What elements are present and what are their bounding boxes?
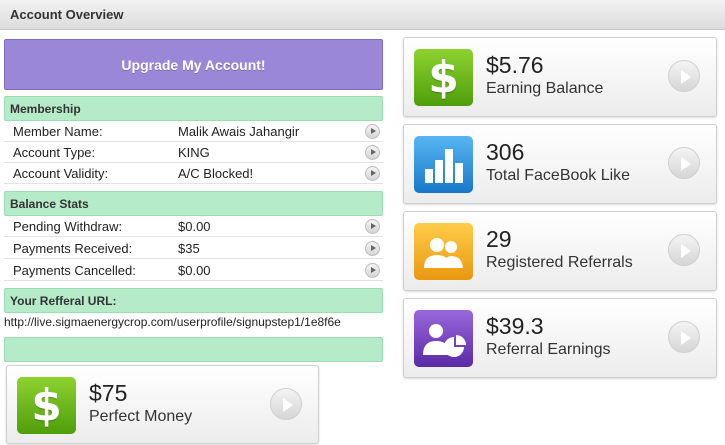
row-label: Pending Withdraw: bbox=[13, 219, 123, 234]
row-value: Malik Awais Jahangir bbox=[178, 124, 300, 139]
users-icon bbox=[414, 223, 473, 280]
dollar-icon: $ bbox=[17, 377, 76, 434]
play-icon[interactable] bbox=[668, 147, 700, 179]
referral-earnings-tile[interactable]: $39.3 Referral Earnings bbox=[403, 298, 717, 378]
upgrade-account-button[interactable]: Upgrade My Account! bbox=[4, 39, 383, 90]
row-label: Account Type: bbox=[13, 145, 96, 160]
tile-label: Referral Earnings bbox=[486, 341, 611, 358]
balance-stats-heading: Balance Stats bbox=[4, 191, 383, 216]
arrow-icon[interactable] bbox=[365, 145, 380, 160]
perfect-money-tile[interactable]: $ $75 Perfect Money bbox=[6, 365, 319, 444]
header-bar: Account Overview bbox=[0, 0, 725, 30]
account-validity-row[interactable]: Account Validity: A/C Blocked! bbox=[4, 163, 383, 184]
member-name-row[interactable]: Member Name: Malik Awais Jahangir bbox=[4, 121, 383, 142]
arrow-icon[interactable] bbox=[365, 166, 380, 181]
facebook-likes-tile[interactable]: 306 Total FaceBook Like bbox=[403, 124, 717, 204]
arrow-icon[interactable] bbox=[365, 124, 380, 139]
play-icon[interactable] bbox=[668, 60, 700, 92]
row-label: Account Validity: bbox=[13, 166, 109, 181]
bar-chart-icon bbox=[414, 136, 473, 193]
play-icon[interactable] bbox=[668, 321, 700, 353]
tile-value: $5.76 bbox=[486, 52, 544, 78]
registered-referrals-tile[interactable]: 29 Registered Referrals bbox=[403, 211, 717, 291]
tile-value: $75 bbox=[89, 380, 128, 406]
account-type-row[interactable]: Account Type: KING bbox=[4, 142, 383, 163]
play-icon[interactable] bbox=[270, 388, 302, 420]
row-label: Payments Received: bbox=[13, 241, 133, 256]
tile-label: Perfect Money bbox=[89, 408, 193, 425]
row-value: $0.00 bbox=[178, 219, 211, 234]
tile-value: $39.3 bbox=[486, 313, 544, 339]
empty-green-bar bbox=[4, 337, 383, 362]
payments-received-row[interactable]: Payments Received: $35 bbox=[4, 238, 383, 259]
tile-label: Total FaceBook Like bbox=[486, 167, 631, 184]
page-title: Account Overview bbox=[10, 7, 124, 22]
dollar-icon: $ bbox=[414, 49, 473, 106]
tile-value: 29 bbox=[486, 226, 512, 252]
row-value: $35 bbox=[178, 241, 200, 256]
referral-url-heading: Your Refferal URL: bbox=[4, 288, 383, 313]
membership-heading: Membership bbox=[4, 96, 383, 121]
payments-cancelled-row[interactable]: Payments Cancelled: $0.00 bbox=[4, 260, 383, 281]
row-label: Payments Cancelled: bbox=[13, 263, 136, 278]
tile-label: Earning Balance bbox=[486, 80, 604, 97]
arrow-icon[interactable] bbox=[365, 219, 380, 234]
play-icon[interactable] bbox=[668, 234, 700, 266]
row-value: $0.00 bbox=[178, 263, 211, 278]
user-pie-icon bbox=[414, 310, 473, 367]
row-value: A/C Blocked! bbox=[178, 166, 254, 181]
pending-withdraw-row[interactable]: Pending Withdraw: $0.00 bbox=[4, 216, 383, 237]
arrow-icon[interactable] bbox=[365, 241, 380, 256]
referral-url[interactable]: http://live.sigmaenergycrop.com/userprof… bbox=[4, 315, 383, 329]
tile-value: 306 bbox=[486, 139, 525, 165]
tile-label: Registered Referrals bbox=[486, 254, 633, 271]
row-label: Member Name: bbox=[13, 124, 103, 139]
earning-balance-tile[interactable]: $ $5.76 Earning Balance bbox=[403, 37, 717, 117]
arrow-icon[interactable] bbox=[365, 263, 380, 278]
row-value: KING bbox=[178, 145, 210, 160]
